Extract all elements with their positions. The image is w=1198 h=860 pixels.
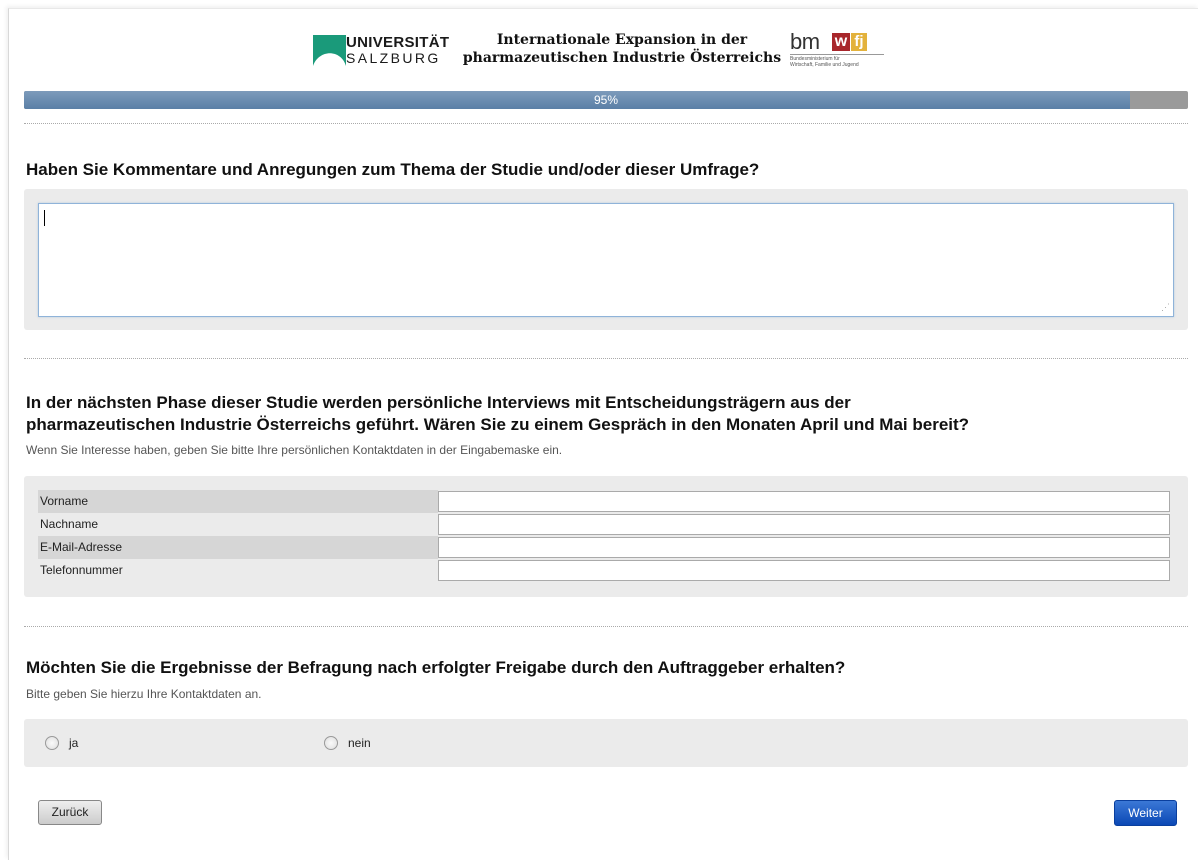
interview-help-text: Wenn Sie Interesse haben, geben Sie bitt… bbox=[26, 443, 563, 457]
next-button[interactable]: Weiter bbox=[1114, 800, 1177, 826]
ministry-logo: bm w fj Bundesministerium für Wirtschaft… bbox=[790, 29, 900, 79]
resize-grip-icon[interactable]: ⋰ bbox=[1161, 302, 1170, 313]
form-row-firstname: Vorname bbox=[38, 490, 1172, 513]
firstname-label: Vorname bbox=[38, 490, 438, 513]
phone-label: Telefonnummer bbox=[40, 563, 123, 577]
radio-label-ja[interactable]: ja bbox=[69, 736, 78, 750]
ministry-logo-w: w bbox=[832, 33, 850, 51]
radio-option-ja[interactable]: ja bbox=[45, 719, 78, 767]
interview-question-title: In der nächsten Phase dieser Studie werd… bbox=[26, 392, 969, 436]
section-divider bbox=[24, 626, 1188, 627]
section-divider bbox=[24, 123, 1188, 124]
study-title-line1: Internationale Expansion in der bbox=[496, 32, 748, 48]
form-row-lastname: Nachname bbox=[38, 513, 1172, 536]
radio-button-ja[interactable] bbox=[45, 736, 59, 750]
form-row-email: E-Mail-Adresse bbox=[38, 536, 1172, 559]
survey-header: UNIVERSITÄT SALZBURG Internationale Expa… bbox=[9, 9, 1198, 89]
interview-question-line1: In der nächsten Phase dieser Studie werd… bbox=[26, 393, 851, 412]
results-options-panel: ja nein bbox=[24, 719, 1188, 767]
lastname-label: Nachname bbox=[40, 517, 99, 531]
back-button[interactable]: Zurück bbox=[38, 800, 102, 825]
comments-panel: ⋰ bbox=[24, 189, 1188, 330]
ministry-logo-fj: fj bbox=[851, 33, 867, 51]
university-name-line1: UNIVERSITÄT bbox=[346, 34, 450, 51]
form-row-phone: Telefonnummer bbox=[38, 559, 1172, 582]
ministry-logo-subtitle: Bundesministerium für Wirtschaft, Famili… bbox=[790, 56, 890, 68]
university-logo-icon bbox=[313, 35, 346, 66]
progress-label: 95% bbox=[593, 93, 619, 107]
progress-bar: 95% bbox=[24, 91, 1188, 109]
section-divider bbox=[24, 358, 1188, 359]
phone-input[interactable] bbox=[438, 560, 1170, 581]
ministry-logo-rule bbox=[790, 54, 884, 55]
ministry-subtitle-line2: Wirtschaft, Familie und Jugend bbox=[790, 62, 859, 68]
interview-question-line2: pharmazeutischen Industrie Österreichs g… bbox=[26, 415, 970, 434]
email-input[interactable] bbox=[438, 537, 1170, 558]
lastname-input[interactable] bbox=[438, 514, 1170, 535]
comments-question-title: Haben Sie Kommentare und Anregungen zum … bbox=[26, 160, 760, 179]
radio-option-nein[interactable]: nein bbox=[324, 719, 371, 767]
firstname-input[interactable] bbox=[438, 491, 1170, 512]
email-label: E-Mail-Adresse bbox=[38, 536, 438, 559]
radio-label-nein[interactable]: nein bbox=[348, 736, 371, 750]
survey-page: UNIVERSITÄT SALZBURG Internationale Expa… bbox=[8, 8, 1198, 860]
comments-textarea[interactable]: ⋰ bbox=[38, 203, 1174, 317]
contact-form-panel: Vorname Nachname E-Mail-Adresse Telefonn… bbox=[24, 476, 1188, 597]
ministry-logo-bm: bm bbox=[790, 29, 820, 54]
study-title: Internationale Expansion in der pharmaze… bbox=[457, 31, 787, 67]
text-caret bbox=[44, 210, 45, 226]
university-name-line2: SALZBURG bbox=[346, 50, 441, 66]
study-title-line2: pharmazeutischen Industrie Österreichs bbox=[462, 50, 782, 66]
radio-button-nein[interactable] bbox=[324, 736, 338, 750]
results-question-title: Möchten Sie die Ergebnisse der Befragung… bbox=[26, 658, 846, 677]
university-logo: UNIVERSITÄT SALZBURG bbox=[313, 31, 449, 71]
results-help-text: Bitte geben Sie hierzu Ihre Kontaktdaten… bbox=[26, 687, 262, 701]
